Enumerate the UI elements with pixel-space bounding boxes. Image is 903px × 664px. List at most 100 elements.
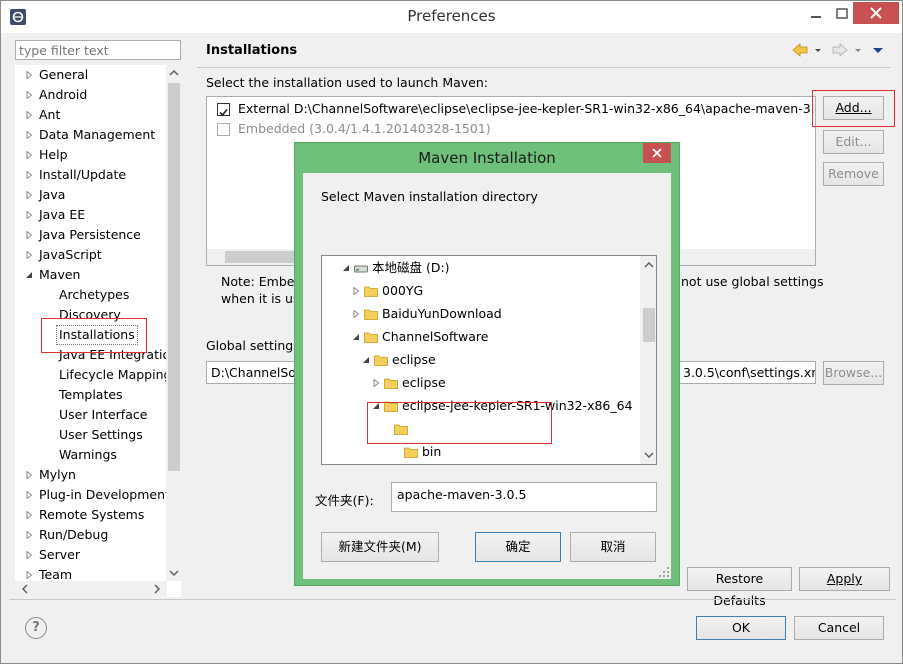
sidebar-item[interactable]: Lifecycle Mapping bbox=[15, 365, 181, 385]
apply-button[interactable]: Apply bbox=[799, 567, 890, 591]
folder-input[interactable]: apache-maven-3.0.5 bbox=[391, 482, 657, 512]
new-folder-button[interactable]: 新建文件夹(M) bbox=[321, 532, 439, 562]
collapsed-triangle-icon[interactable] bbox=[25, 491, 33, 499]
drive-icon bbox=[354, 265, 368, 273]
folder-tree-scroll-thumb[interactable] bbox=[643, 308, 655, 342]
scroll-down-icon[interactable] bbox=[168, 567, 180, 579]
scroll-left-icon[interactable] bbox=[19, 583, 31, 595]
expanded-triangle-icon[interactable] bbox=[342, 264, 350, 272]
folder-tree-item[interactable]: 000YG bbox=[322, 281, 638, 301]
folder-tree-item[interactable]: 本地磁盘 (D:) bbox=[322, 258, 638, 278]
back-menu-chevron-icon[interactable] bbox=[815, 49, 821, 52]
maven-installation-dialog: Maven Installation Select Maven installa… bbox=[294, 142, 680, 586]
folder-tree-item-label: ChannelSoftware bbox=[382, 329, 489, 344]
sidebar-item[interactable]: General bbox=[15, 65, 181, 85]
folder-tree-item[interactable]: ChannelSoftware bbox=[322, 327, 638, 347]
remove-button[interactable]: Remove bbox=[823, 162, 884, 186]
sidebar-item[interactable]: Maven bbox=[15, 265, 181, 285]
sidebar-item-label: Data Management bbox=[39, 127, 156, 142]
collapsed-triangle-icon[interactable] bbox=[25, 211, 33, 219]
sidebar-item[interactable]: Ant bbox=[15, 105, 181, 125]
browse-button[interactable]: Browse... bbox=[823, 361, 884, 385]
add-highlight-box bbox=[812, 90, 895, 127]
folder-tree-scrollbar[interactable] bbox=[640, 256, 656, 464]
collapsed-triangle-icon[interactable] bbox=[352, 310, 360, 318]
sidebar-item[interactable]: Java Persistence bbox=[15, 225, 181, 245]
resize-grip-icon[interactable] bbox=[658, 566, 670, 578]
collapsed-triangle-icon[interactable] bbox=[25, 171, 33, 179]
sidebar-item[interactable]: Java bbox=[15, 185, 181, 205]
remove-button-label: Remove bbox=[828, 166, 879, 181]
folder-tree-item-label: eclipse bbox=[392, 352, 436, 367]
expanded-triangle-icon[interactable] bbox=[25, 271, 33, 279]
sidebar-item[interactable]: Install/Update bbox=[15, 165, 181, 185]
collapsed-triangle-icon[interactable] bbox=[25, 551, 33, 559]
folder-tree-item[interactable]: bin bbox=[322, 442, 638, 462]
collapsed-triangle-icon[interactable] bbox=[25, 571, 33, 579]
view-menu-icon[interactable] bbox=[873, 48, 883, 53]
collapsed-triangle-icon[interactable] bbox=[25, 151, 33, 159]
sidebar-item[interactable]: User Interface bbox=[15, 405, 181, 425]
sidebar-item[interactable]: Templates bbox=[15, 385, 181, 405]
folder-scroll-up-icon[interactable] bbox=[643, 260, 655, 270]
dialog-close-icon[interactable] bbox=[643, 143, 671, 163]
sidebar-item[interactable]: Archetypes bbox=[15, 285, 181, 305]
collapsed-triangle-icon[interactable] bbox=[25, 131, 33, 139]
sidebar-item[interactable]: Run/Debug bbox=[15, 525, 181, 545]
external-checkbox[interactable] bbox=[217, 103, 230, 117]
sidebar-item[interactable]: Server bbox=[15, 545, 181, 565]
sidebar-item[interactable]: Remote Systems bbox=[15, 505, 181, 525]
dialog-cancel-label: 取消 bbox=[600, 539, 626, 554]
sidebar-item-label: Remote Systems bbox=[39, 507, 145, 522]
sidebar-item[interactable]: Java EE bbox=[15, 205, 181, 225]
sidebar-item-label: Run/Debug bbox=[39, 527, 109, 542]
help-icon[interactable]: ? bbox=[25, 617, 47, 639]
dialog-ok-button[interactable]: 确定 bbox=[475, 532, 561, 562]
back-arrow-icon[interactable] bbox=[792, 43, 808, 57]
folder-tree-item[interactable]: eclipse bbox=[322, 373, 638, 393]
collapsed-triangle-icon[interactable] bbox=[25, 511, 33, 519]
collapsed-triangle-icon[interactable] bbox=[25, 531, 33, 539]
sidebar-item[interactable]: Data Management bbox=[15, 125, 181, 145]
ok-label: OK bbox=[731, 620, 751, 635]
collapsed-triangle-icon[interactable] bbox=[25, 91, 33, 99]
sidebar-item[interactable]: JavaScript bbox=[15, 245, 181, 265]
folder-tree-item[interactable]: BaiduYunDownload bbox=[322, 304, 638, 324]
ok-button[interactable]: OK bbox=[696, 616, 786, 640]
sidebar-item[interactable]: Plug-in Development bbox=[15, 485, 181, 505]
collapsed-triangle-icon[interactable] bbox=[25, 471, 33, 479]
cancel-button[interactable]: Cancel bbox=[794, 616, 884, 640]
sidebar-item[interactable]: Help bbox=[15, 145, 181, 165]
sidebar-item-label: Java EE bbox=[39, 207, 86, 222]
scroll-up-icon[interactable] bbox=[168, 67, 180, 79]
sidebar-item[interactable]: Mylyn bbox=[15, 465, 181, 485]
tree-horizontal-scrollbar[interactable] bbox=[15, 581, 167, 597]
sidebar-item[interactable]: Android bbox=[15, 85, 181, 105]
tree-scroll-thumb[interactable] bbox=[168, 83, 180, 471]
forward-menu-chevron-icon[interactable] bbox=[855, 49, 861, 52]
folder-tree-item[interactable]: eclipse bbox=[322, 350, 638, 370]
sidebar-item[interactable]: Warnings bbox=[15, 445, 181, 465]
restore-defaults-button[interactable]: Restore Defaults bbox=[687, 567, 792, 608]
apply-label: Apply bbox=[826, 571, 863, 586]
filter-input[interactable] bbox=[15, 40, 181, 60]
expanded-triangle-icon[interactable] bbox=[362, 356, 370, 364]
embedded-checkbox[interactable] bbox=[217, 123, 230, 136]
collapsed-triangle-icon[interactable] bbox=[25, 251, 33, 259]
sidebar-item-label: Mylyn bbox=[39, 467, 76, 482]
collapsed-triangle-icon[interactable] bbox=[25, 231, 33, 239]
close-icon[interactable] bbox=[853, 2, 899, 24]
forward-arrow-icon[interactable] bbox=[832, 43, 848, 57]
collapsed-triangle-icon[interactable] bbox=[25, 191, 33, 199]
collapsed-triangle-icon[interactable] bbox=[25, 71, 33, 79]
sidebar-item[interactable]: User Settings bbox=[15, 425, 181, 445]
scroll-right-icon[interactable] bbox=[151, 583, 163, 595]
collapsed-triangle-icon[interactable] bbox=[25, 111, 33, 119]
sidebar-item-label: Maven bbox=[39, 267, 81, 282]
collapsed-triangle-icon[interactable] bbox=[372, 379, 380, 387]
edit-button[interactable]: Edit... bbox=[823, 130, 884, 154]
folder-scroll-down-icon[interactable] bbox=[643, 450, 655, 460]
collapsed-triangle-icon[interactable] bbox=[352, 287, 360, 295]
dialog-cancel-button[interactable]: 取消 bbox=[570, 532, 656, 562]
expanded-triangle-icon[interactable] bbox=[352, 333, 360, 341]
